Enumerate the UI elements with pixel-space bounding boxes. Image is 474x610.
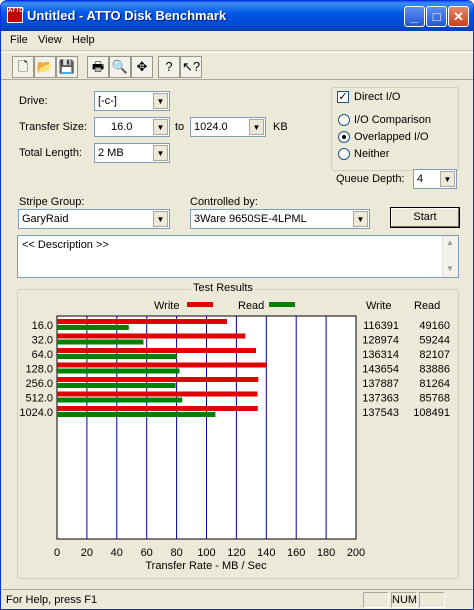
status-pane-scrl xyxy=(419,592,445,608)
read-bar xyxy=(57,325,129,330)
status-num: NUM xyxy=(391,592,418,608)
read-bar xyxy=(57,383,176,388)
read-bar xyxy=(57,339,144,345)
write-bar xyxy=(57,348,257,353)
x-tick-label: 180 xyxy=(317,547,335,559)
status-bar: For Help, press F1 NUM xyxy=(1,589,473,609)
x-tick-label: 140 xyxy=(257,547,275,559)
write-value: 136314 xyxy=(362,349,399,361)
write-value: 137363 xyxy=(362,393,399,405)
write-bar xyxy=(57,377,259,382)
x-tick-label: 160 xyxy=(287,547,305,559)
x-tick-label: 40 xyxy=(111,547,123,559)
benchmark-chart: 0 20 40 60 80 100 120 140 160 180 200 16.0 116391 491… xyxy=(19,300,450,572)
read-value: 49160 xyxy=(419,320,450,332)
write-value: 137543 xyxy=(362,407,399,419)
read-value: 83886 xyxy=(419,364,450,376)
write-value: 137887 xyxy=(362,378,399,390)
y-tick-label: 256.0 xyxy=(25,378,53,390)
y-tick-label: 512.0 xyxy=(25,393,53,405)
status-pane-cap xyxy=(363,592,389,608)
legend-read-label: Read xyxy=(238,300,264,312)
legend-write-swatch xyxy=(187,302,213,307)
write-column-header: Write xyxy=(366,300,391,312)
legend-read-swatch xyxy=(269,302,295,307)
x-tick-label: 20 xyxy=(81,547,93,559)
x-tick-label: 120 xyxy=(227,547,245,559)
write-bar xyxy=(57,391,258,397)
x-tick-label: 60 xyxy=(141,547,153,559)
read-column-header: Read xyxy=(414,300,440,312)
write-bar xyxy=(57,333,246,339)
write-value: 116391 xyxy=(363,320,399,332)
write-value: 143654 xyxy=(362,364,399,376)
x-axis-label: Transfer Rate - MB / Sec xyxy=(145,560,267,572)
write-bar xyxy=(57,362,267,368)
read-value: 108491 xyxy=(413,407,450,419)
y-tick-label: 32.0 xyxy=(32,335,53,347)
x-tick-label: 200 xyxy=(347,547,365,559)
read-value: 59244 xyxy=(419,335,450,347)
x-tick-label: 100 xyxy=(197,547,215,559)
y-tick-label: 1024.0 xyxy=(19,407,53,419)
read-value: 85768 xyxy=(419,393,450,405)
read-bar xyxy=(57,368,180,374)
x-tick-label: 0 xyxy=(54,547,60,559)
y-tick-label: 64.0 xyxy=(32,349,53,361)
write-value: 128974 xyxy=(362,335,399,347)
read-bar xyxy=(57,354,177,359)
y-tick-label: 128.0 xyxy=(25,364,53,376)
x-tick-label: 80 xyxy=(170,547,182,559)
write-bar xyxy=(57,319,227,324)
write-bar xyxy=(57,406,258,411)
read-value: 81264 xyxy=(419,378,450,390)
app-window: ATTO Untitled - ATTO Disk Benchmark _ □ … xyxy=(0,0,474,610)
read-value: 82107 xyxy=(419,349,450,361)
status-help-text: For Help, press F1 xyxy=(6,594,98,606)
y-tick-label: 16.0 xyxy=(32,320,53,332)
read-bar xyxy=(57,412,216,417)
legend-write-label: Write xyxy=(154,300,179,312)
read-bar xyxy=(57,397,183,403)
